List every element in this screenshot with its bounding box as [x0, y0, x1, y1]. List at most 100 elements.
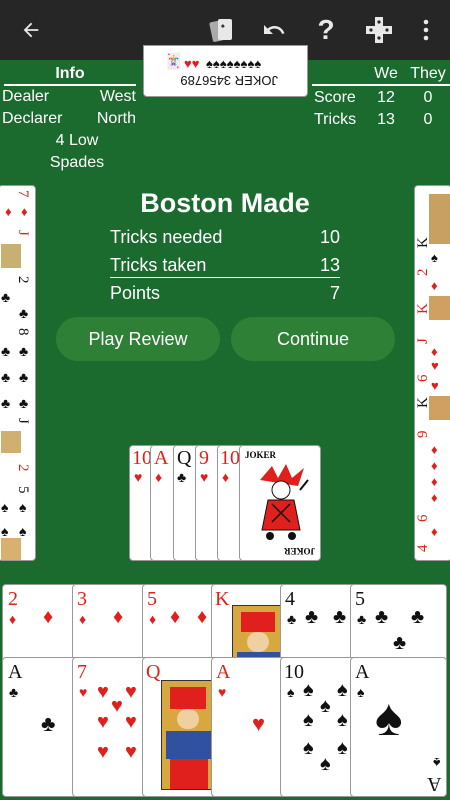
heart-icon: ♥ [125, 741, 137, 763]
heart-icon: ♥ [97, 711, 109, 733]
spade-icon: ♠ [303, 679, 314, 701]
undo-icon [264, 25, 285, 34]
spade-icon: ♠ [303, 709, 314, 731]
dpad-button[interactable] [357, 0, 401, 60]
svg-text:2: 2 [415, 269, 431, 277]
svg-text:♠: ♠ [1, 525, 9, 540]
spade-icon: ♠ [375, 689, 403, 747]
north-hand: ♥♥ ♠♠♠♠♠♠♠♠ 🃏 JOKER 3456789 [143, 45, 308, 97]
diamond-icon: ♦ [113, 606, 124, 628]
kitty-card-rank: 9 [199, 447, 209, 469]
card-rank: 7 [77, 661, 87, 683]
bid-line-2: Spades [49, 154, 105, 171]
they-header: They [410, 65, 446, 82]
svg-text:J: J [15, 230, 31, 236]
dealer-value: West [99, 88, 136, 105]
joker-card: JOKER JOKER [239, 445, 321, 561]
joker-label: JOKER [245, 450, 277, 460]
tricks-needed-label: Tricks needed [110, 227, 223, 247]
spade-icon: ♠ [432, 755, 440, 771]
help-button[interactable]: ? [304, 0, 348, 60]
west-cards: 7 ♦ ♦ J 2 ♣ ♣ 8 ♣ ♣ ♣ ♣ ♣ ♣ J 2 5 ♠ ♠ ♠ ♠ [1, 190, 31, 560]
svg-text:K: K [415, 397, 431, 408]
east-cards: K ♠ 2 ♦ K J ♦ ♥ ♥ 6 K 9 ♦♦ ♦♦ 6 ♦ 4 [415, 194, 450, 552]
heart-icon: ♥ [125, 681, 137, 703]
play-review-button[interactable]: Play Review [56, 317, 220, 361]
diamond-icon: ♦ [197, 606, 208, 628]
svg-text:♠: ♠ [1, 501, 9, 516]
card-rank: 2 [8, 588, 18, 610]
svg-text:♣: ♣ [1, 371, 10, 386]
spade-icon: ♠ [337, 737, 348, 759]
joker-label: JOKER [283, 546, 315, 556]
heart-icon: ♥ [200, 469, 209, 485]
card-rank: Q [146, 661, 161, 683]
spade-icon: ♠ [320, 753, 331, 775]
svg-text:4: 4 [415, 544, 431, 552]
svg-text:♣: ♣ [19, 397, 28, 412]
kitty-card-rank: A [154, 447, 169, 469]
info-header: Info [4, 64, 136, 86]
card-rank: 5 [355, 588, 365, 610]
card-rank: A [355, 661, 370, 683]
svg-text:K: K [415, 237, 431, 248]
club-icon: ♣ [375, 606, 389, 628]
svg-text:9: 9 [415, 431, 431, 439]
back-button[interactable] [8, 0, 54, 60]
heart-icon: ♥ [134, 469, 143, 485]
heart-icon: ♥ [252, 711, 266, 736]
score-they: 0 [423, 89, 433, 106]
spade-icon: ♠ [303, 737, 314, 759]
spade-icon: ♠ [337, 679, 348, 701]
declarer-value: North [96, 110, 136, 127]
card-rank: A [8, 661, 23, 683]
svg-text:♦: ♦ [431, 524, 438, 539]
svg-text:♦: ♦ [431, 278, 438, 293]
diamond-icon: ♦ [155, 469, 163, 485]
svg-text:♦: ♦ [431, 474, 438, 489]
club-icon: ♣ [411, 606, 425, 628]
diamond-icon: ♦ [43, 606, 54, 628]
more-button[interactable] [410, 0, 442, 60]
dealer-label: Dealer [2, 88, 50, 105]
heart-icon: ♥ [97, 741, 109, 763]
kitty-card-rank: Q [177, 447, 192, 469]
kitty-card-rank: 10 [132, 447, 152, 469]
more-vert-icon [423, 19, 429, 41]
svg-text:8: 8 [15, 328, 31, 336]
hand-card[interactable]: A ♠ ♠ A ♠ [350, 657, 447, 797]
svg-text:♠: ♠ [221, 23, 225, 30]
card-rank: K [215, 588, 230, 610]
svg-text:♣: ♣ [1, 291, 10, 306]
svg-text:7: 7 [15, 190, 31, 198]
club-icon: ♣ [287, 611, 297, 627]
help-icon: ? [317, 14, 335, 45]
svg-text:♥♥: ♥♥ [184, 56, 200, 71]
we-header: We [374, 65, 398, 82]
club-icon: ♣ [393, 632, 407, 654]
info-panel: Info Dealer West Declarer North 4 Low Spad… [0, 64, 140, 174]
svg-text:♠: ♠ [431, 250, 438, 265]
arrow-left-icon [23, 22, 39, 38]
diamond-icon: ♦ [170, 606, 181, 628]
result-title: Boston Made [140, 188, 310, 218]
card-rank: 4 [285, 588, 295, 610]
card-rank: 3 [77, 588, 87, 610]
card-rank: 5 [147, 588, 157, 610]
game-screen: ♠ ? ♥♥ ♠♠♠♠♠♠♠♠ 🃏 JOKER 3456789 Info Dea… [0, 0, 450, 800]
diamond-icon: ♦ [79, 611, 87, 627]
continue-button[interactable]: Continue [231, 317, 395, 361]
spade-icon: ♠ [337, 709, 348, 731]
score-panel: We They Score 12 0 Tricks 13 0 [312, 64, 450, 130]
club-icon: ♣ [305, 606, 319, 628]
club-icon: ♣ [177, 469, 187, 485]
svg-text:♠♠♠♠♠♠♠♠: ♠♠♠♠♠♠♠♠ [206, 56, 261, 71]
svg-text:♠: ♠ [19, 501, 27, 516]
svg-text:♣: ♣ [1, 397, 10, 412]
heart-icon: ♥ [97, 681, 109, 703]
svg-text:6: 6 [415, 374, 431, 382]
tricks-taken-value: 13 [319, 255, 340, 275]
card-rank: A [426, 773, 441, 795]
tricks-label: Tricks [314, 111, 357, 128]
tricks-they: 0 [423, 111, 433, 128]
